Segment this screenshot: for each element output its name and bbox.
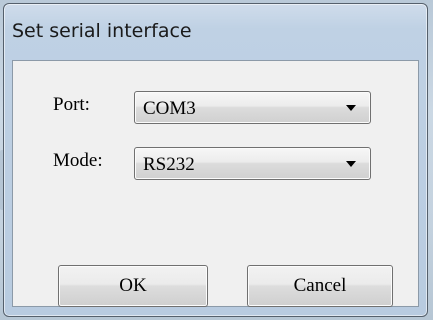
dialog-body: Port: COM3 Mode: RS232 OK Cancel <box>12 60 419 307</box>
port-dropdown[interactable]: COM3 <box>134 91 371 124</box>
mode-dropdown-value: RS232 <box>143 154 195 175</box>
port-dropdown-value: COM3 <box>143 98 196 119</box>
mode-dropdown[interactable]: RS232 <box>134 147 371 180</box>
ok-button[interactable]: OK <box>58 265 208 307</box>
chevron-down-icon <box>346 161 356 167</box>
dialog-window: Set serial interface Port: COM3 Mode: RS… <box>3 3 428 317</box>
port-label: Port: <box>53 94 90 115</box>
dialog-title: Set serial interface <box>12 20 192 42</box>
chevron-down-icon <box>346 105 356 111</box>
cancel-button[interactable]: Cancel <box>247 265 393 307</box>
mode-label: Mode: <box>53 150 103 171</box>
